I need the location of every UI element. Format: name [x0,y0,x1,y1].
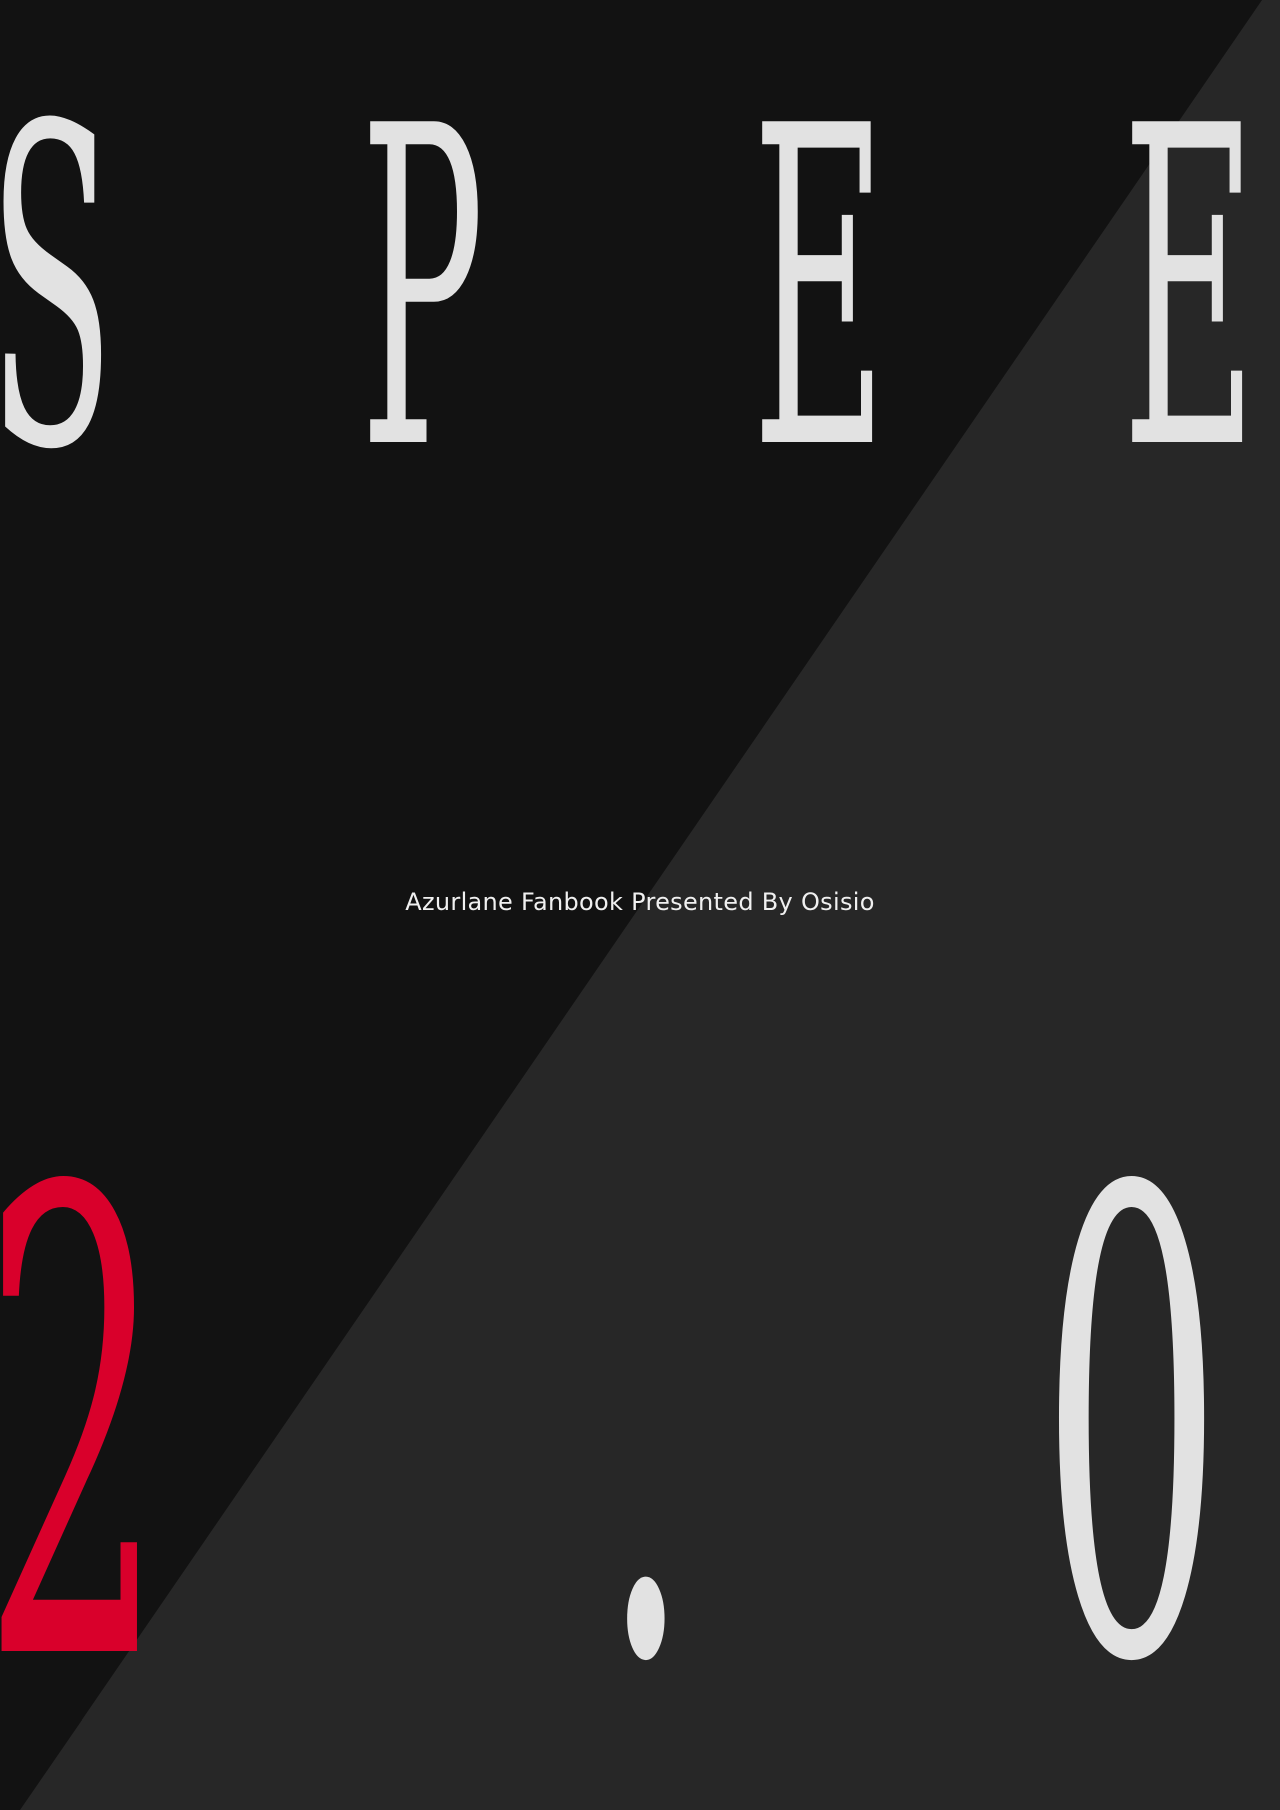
version-digit-0: 0 [1040,1057,1224,1802]
subtitle: Azurlane Fanbook Presented By Osisio [405,888,875,916]
book-cover: S P E E Azurlane Fanbook Presented By Os… [0,0,1280,1810]
title-letter-e: E [752,34,887,546]
version-digit-2: 2 [0,1057,166,1802]
version-dot: . [600,1057,692,1802]
bottom-band [0,1720,1280,1810]
title-letter-s: S [0,34,115,546]
title-letter-p: P [360,34,485,546]
title-letter-e-2: E [1122,34,1257,546]
